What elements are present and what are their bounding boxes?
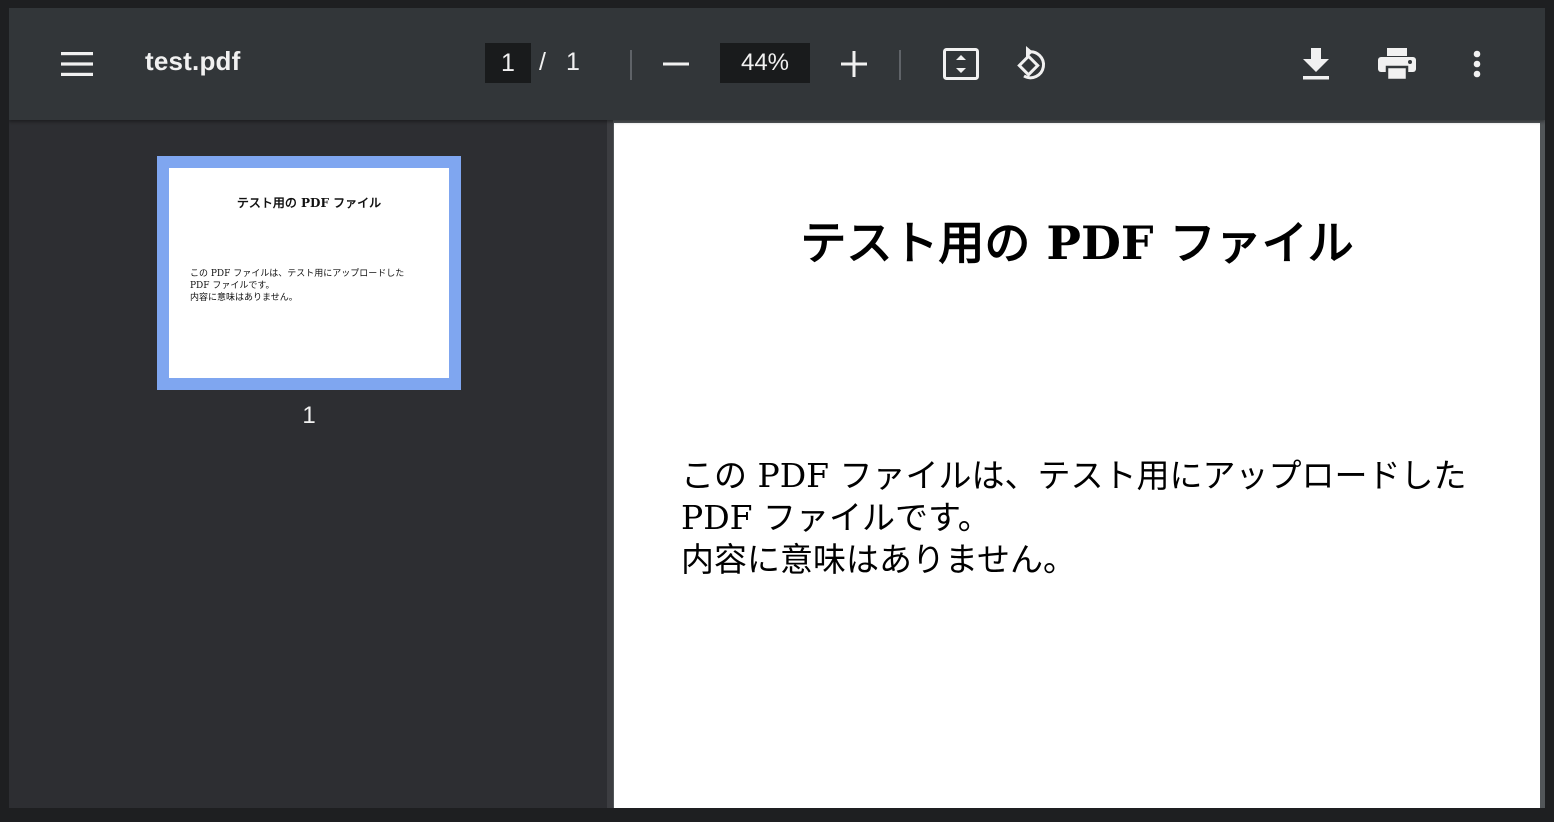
plus-icon <box>841 51 867 77</box>
more-vert-icon <box>1473 50 1481 78</box>
zoom-out-button[interactable] <box>655 44 697 84</box>
pdf-text-line: この PDF ファイルは、テスト用にアップロードした <box>681 456 1467 495</box>
fit-to-page-button[interactable] <box>939 44 983 84</box>
toolbar-divider <box>899 50 901 80</box>
thumbnail-sidebar: テスト用の PDF ファイル この PDF ファイルは、テスト用にアップロードし… <box>9 120 607 808</box>
page-total: 1 <box>566 48 580 76</box>
document-viewport[interactable]: テスト用の PDF ファイル この PDF ファイルは、テスト用にアップロードし… <box>613 120 1545 808</box>
thumbnail-page-number: 1 <box>302 402 316 429</box>
thumbnail-line: 内容に意味はありません。 <box>190 293 298 303</box>
download-button[interactable] <box>1295 42 1337 86</box>
page-thumbnail-selected[interactable]: テスト用の PDF ファイル この PDF ファイルは、テスト用にアップロードし… <box>157 156 461 390</box>
pdf-text-line: PDF ファイルです。 <box>681 498 991 537</box>
minus-icon <box>663 62 689 66</box>
hamburger-menu-icon[interactable] <box>55 44 99 84</box>
pdf-page-body: この PDF ファイルは、テスト用にアップロードした PDF ファイルです。 内… <box>681 455 1467 581</box>
zoom-in-button[interactable] <box>833 44 875 84</box>
toolbar-divider <box>630 50 632 80</box>
page-separator: / <box>539 48 546 76</box>
pdf-viewer-window: test.pdf / 1 <box>9 8 1545 808</box>
download-icon <box>1303 48 1329 80</box>
rotate-button[interactable] <box>1011 42 1055 86</box>
fit-to-page-icon <box>943 48 979 80</box>
printer-icon <box>1378 48 1416 80</box>
rotate-counterclockwise-icon <box>1017 46 1046 80</box>
document-title: test.pdf <box>145 46 241 76</box>
thumbnail-title: テスト用の PDF ファイル <box>236 196 382 210</box>
thumbnail-line: この PDF ファイルは、テスト用にアップロードした <box>190 269 405 279</box>
pdf-text-line: 内容に意味はありません。 <box>681 540 1077 579</box>
pdf-page-title: テスト用の PDF ファイル <box>800 216 1354 270</box>
more-options-button[interactable] <box>1459 44 1495 84</box>
thumbnail-body: この PDF ファイルは、テスト用にアップロードした PDF ファイルです。 内… <box>190 268 404 304</box>
thumbnail-line: PDF ファイルです。 <box>190 281 275 291</box>
print-button[interactable] <box>1375 44 1419 84</box>
toolbar: test.pdf / 1 <box>9 8 1545 120</box>
pdf-page: テスト用の PDF ファイル この PDF ファイルは、テスト用にアップロードし… <box>614 123 1540 808</box>
thumbnail-page: テスト用の PDF ファイル この PDF ファイルは、テスト用にアップロードし… <box>169 168 449 378</box>
zoom-level-input[interactable] <box>720 43 810 83</box>
page-number-input[interactable] <box>485 43 531 83</box>
